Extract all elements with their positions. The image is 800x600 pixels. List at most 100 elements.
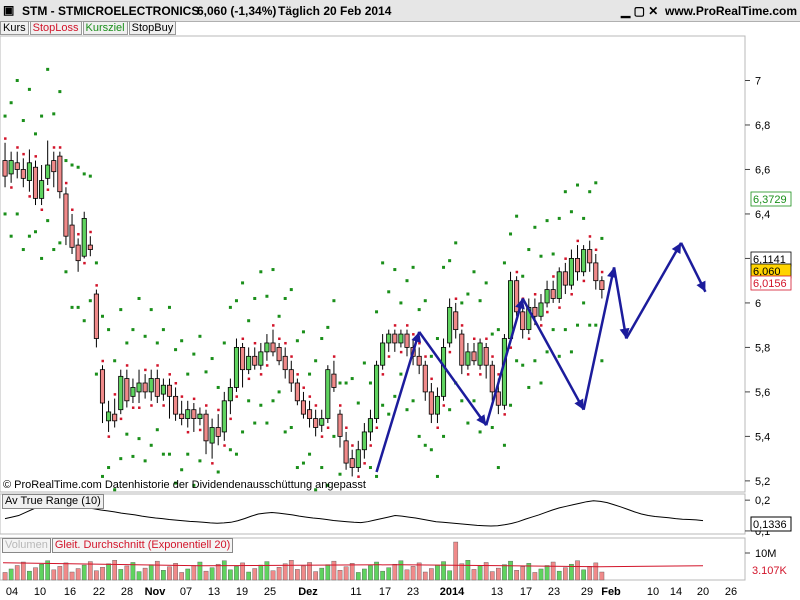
candle-body [574,258,581,273]
stop-dot [278,337,281,341]
stop-dot [533,293,537,296]
date-tick-label: 17 [379,586,391,598]
volume-avg-label[interactable]: Gleit. Durchschnitt (Exponentiell 20) [51,538,234,553]
stop-dot [58,146,62,149]
price-tick-label: 6,6 [755,164,770,176]
target-dot [588,323,592,327]
stop-dot [546,310,549,314]
target-dot [40,114,44,118]
volume-bar [362,568,367,581]
candle-body [587,249,593,264]
volume-bar [587,566,593,581]
target-dot [301,461,305,465]
target-dot [509,232,513,236]
candle-body [544,289,550,304]
candle-body [63,193,69,237]
target-dot [107,466,111,470]
stop-dot [539,324,543,327]
target-dot [484,281,488,285]
stop-dot [107,435,111,438]
candle-body [148,378,154,393]
date-tick-label: 23 [407,586,419,598]
price-tick-label: 6,8 [755,120,770,132]
target-dot [326,325,330,329]
volume-bar [581,569,586,581]
volume-bar [496,567,501,581]
stop-dot [235,395,238,398]
target-dot [228,448,232,452]
stop-dot [345,426,348,429]
stop-dot [582,279,586,283]
volume-bar [514,570,519,581]
stop-dot [64,181,68,185]
candle-body [538,302,544,317]
stop-dot [16,146,19,149]
volume-bar [228,569,233,581]
stop-dot [363,462,366,465]
candle-body [507,280,514,339]
date-tick-label: 13 [491,586,503,598]
target-dot [46,219,50,223]
target-dot [569,210,573,214]
candle-body [422,364,428,393]
candle-body [465,351,471,366]
stop-dot [77,232,80,236]
target-dot [192,352,196,356]
target-dot [521,274,525,278]
atr-last-label: 0,1336 [753,519,787,531]
target-dot [308,372,312,376]
volume-bar [599,571,605,581]
candle-body [337,413,343,437]
volume-bar [39,563,44,581]
volume-bar [453,541,459,581]
stop-dot [10,186,13,189]
volume-bar [556,570,562,581]
stop-dot [138,406,141,409]
target-dot [119,308,123,312]
stop-dot [576,239,580,243]
stop-dot [564,257,567,260]
stop-dot [205,404,208,407]
volume-bar [435,564,440,581]
target-dot [478,430,482,434]
volume-bar [532,572,538,581]
target-dot [411,265,415,269]
candle-body [197,413,203,419]
volume-last-label: 3.107K [752,565,788,577]
target-dot [259,403,263,407]
candle-body [416,355,422,366]
target-dot [466,421,470,425]
stop-dot [405,324,409,327]
atr-panel-frame [0,493,746,535]
target-dot [15,212,19,216]
stop-dot [229,417,232,421]
volume-bar [20,561,26,581]
target-dot [423,443,427,447]
atr-label[interactable]: Av True Range (10) [2,494,104,509]
target-dot [356,401,360,405]
stop-dot [223,444,226,447]
date-tick-label: 29 [581,586,593,598]
stop-dot [22,152,25,156]
volume-bar [33,567,38,581]
volume-bar [209,567,215,581]
candle-body [160,384,166,395]
target-dot [551,328,555,332]
volume-bar [319,567,325,581]
target-dot [295,466,299,470]
volume-label[interactable]: Volumen [2,538,51,553]
chart-canvas[interactable]: 76,86,66,46,265,85,65,45,2 0,20,10,1336 … [0,0,800,600]
date-tick-label: 19 [236,586,248,598]
candle-body [556,271,562,299]
stop-dot [89,230,92,234]
target-dot [527,248,531,252]
stop-dot [131,406,135,409]
candle-body [386,333,392,344]
target-dot [460,399,464,403]
volume-bar [471,569,477,581]
stop-dot [351,444,354,447]
stop-dot [156,364,159,367]
target-dot [15,78,19,82]
stop-dot [570,293,573,296]
candle-body [20,169,26,179]
